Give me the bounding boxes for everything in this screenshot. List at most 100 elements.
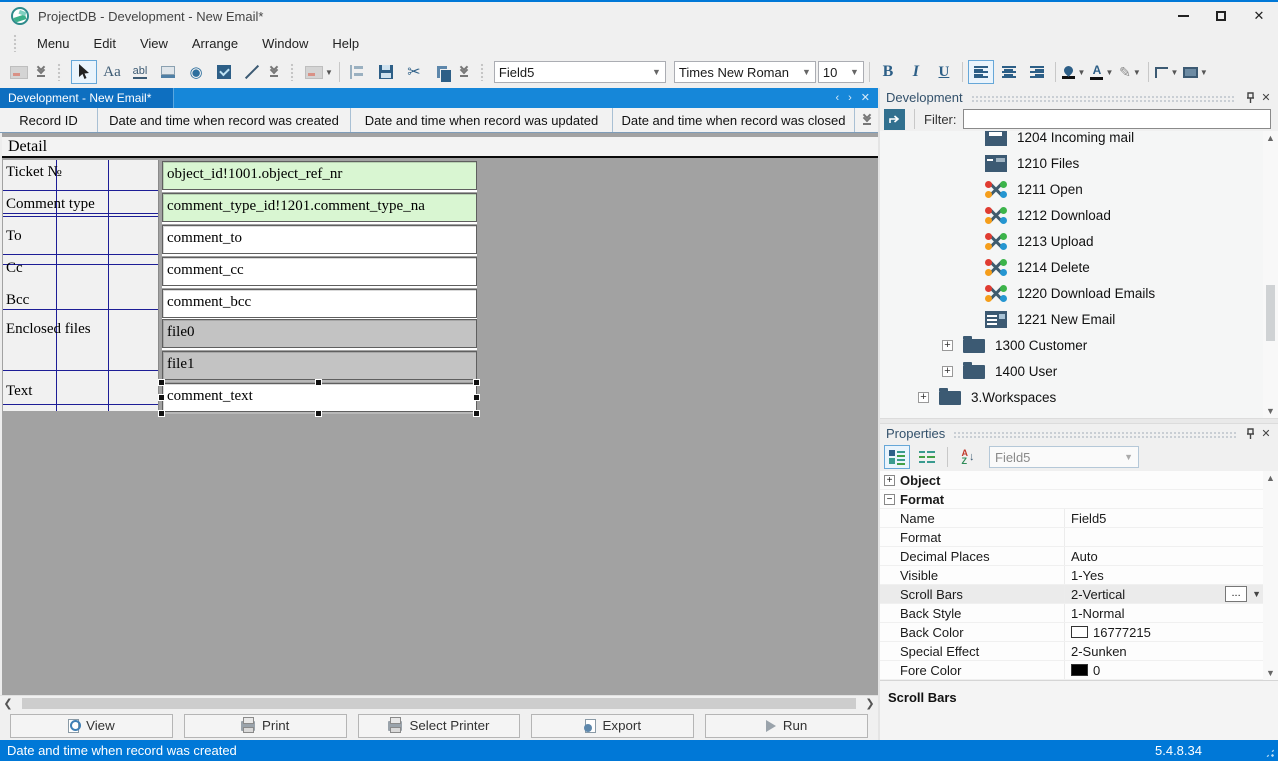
- goto-object-button[interactable]: [884, 109, 905, 130]
- export-button[interactable]: Export: [531, 714, 694, 738]
- copy-button[interactable]: [429, 60, 455, 84]
- font-family-combo[interactable]: Times New Roman ▼: [674, 61, 816, 83]
- scroll-left-icon[interactable]: ❮: [0, 697, 16, 711]
- selection-handle[interactable]: [473, 394, 480, 401]
- maximize-button[interactable]: [1202, 2, 1240, 30]
- selection-handle[interactable]: [158, 394, 165, 401]
- print-button[interactable]: Print: [184, 714, 347, 738]
- tree-item-1214-delete[interactable]: 1214 Delete: [880, 254, 1278, 280]
- property-row-format[interactable]: Format: [880, 528, 1278, 547]
- fill-color-button[interactable]: ▼: [1061, 60, 1087, 84]
- design-field-file0[interactable]: file0: [162, 319, 477, 348]
- select-printer-button[interactable]: Select Printer: [358, 714, 521, 738]
- tree-item-3-workspaces[interactable]: +3.Workspaces: [880, 384, 1278, 410]
- tree-item-1220-download-emails[interactable]: 1220 Download Emails: [880, 280, 1278, 306]
- selection-handle[interactable]: [158, 410, 165, 417]
- ellipsis-button[interactable]: ...: [1225, 586, 1247, 602]
- report-picture-button[interactable]: [6, 60, 32, 84]
- pin-button[interactable]: [1242, 92, 1258, 104]
- underline-button[interactable]: U: [931, 60, 957, 84]
- highlight-button[interactable]: ✎ ▼: [1117, 60, 1143, 84]
- selection-handle[interactable]: [473, 379, 480, 386]
- form-label-cc[interactable]: Cc: [6, 260, 23, 277]
- toolbar-overflow-icon[interactable]: [270, 67, 278, 77]
- header-overflow-icon[interactable]: [855, 108, 878, 132]
- selection-handle[interactable]: [315, 379, 322, 386]
- expand-icon[interactable]: +: [942, 366, 953, 377]
- property-row-scroll-bars[interactable]: Scroll Bars2-Vertical...▼: [880, 585, 1278, 604]
- design-field-comment-text[interactable]: comment_text: [162, 383, 477, 412]
- option-button-tool[interactable]: ◉: [183, 60, 209, 84]
- property-category-format[interactable]: −Format: [880, 490, 1278, 509]
- textbox-tool-button[interactable]: abl: [127, 60, 153, 84]
- font-size-combo[interactable]: 10 ▼: [818, 61, 864, 83]
- filter-input[interactable]: [963, 109, 1272, 129]
- align-left-button[interactable]: [968, 60, 994, 84]
- property-row-back-style[interactable]: Back Style1-Normal: [880, 604, 1278, 623]
- property-row-name[interactable]: NameField5: [880, 509, 1278, 528]
- pin-button[interactable]: [1242, 428, 1258, 440]
- tree-item-1213-upload[interactable]: 1213 Upload: [880, 228, 1278, 254]
- property-value[interactable]: 2-Vertical...▼: [1065, 586, 1263, 602]
- column-header-date-and-time-when-record-was-closed[interactable]: Date and time when record was closed: [613, 108, 855, 132]
- design-field-comment-cc[interactable]: comment_cc: [162, 257, 477, 286]
- property-row-fore-color[interactable]: Fore Color0: [880, 661, 1278, 680]
- checkbox-tool[interactable]: [211, 60, 237, 84]
- form-label-enclosed-files[interactable]: Enclosed files: [6, 321, 91, 338]
- tree-item-1210-files[interactable]: 1210 Files: [880, 150, 1278, 176]
- expand-icon[interactable]: +: [942, 340, 953, 351]
- form-label-text[interactable]: Text: [6, 383, 32, 400]
- scroll-up-icon[interactable]: ▲: [1266, 471, 1275, 485]
- scroll-right-icon[interactable]: ❯: [862, 697, 878, 711]
- tree-item-1400-user[interactable]: +1400 User: [880, 358, 1278, 384]
- design-field-object-id-1001-object-ref-nr[interactable]: object_id!1001.object_ref_nr: [162, 161, 477, 190]
- bold-button[interactable]: B: [875, 60, 901, 84]
- sort-az-button[interactable]: AZ↓: [955, 445, 981, 469]
- object-selector-combo[interactable]: Field5 ▼: [989, 446, 1139, 468]
- selection-handle[interactable]: [315, 410, 322, 417]
- form-label-comment-type[interactable]: Comment type: [6, 196, 95, 213]
- cut-button[interactable]: ✂: [401, 60, 427, 84]
- tree-scroll-thumb[interactable]: [1266, 285, 1275, 341]
- command-button-tool[interactable]: [155, 60, 181, 84]
- shape-fill-button[interactable]: ▼: [1182, 60, 1209, 84]
- run-button[interactable]: Run: [705, 714, 868, 738]
- minimize-button[interactable]: [1164, 2, 1202, 30]
- tab-development-new-email[interactable]: Development - New Email*: [0, 88, 174, 108]
- structure-view-button[interactable]: [345, 60, 371, 84]
- alphabetic-view-button[interactable]: [914, 445, 940, 469]
- tree-item-1221-new-email[interactable]: 1221 New Email: [880, 306, 1278, 332]
- label-tool-button[interactable]: Aa: [99, 60, 125, 84]
- toolbar-drag-handle[interactable]: [290, 63, 295, 81]
- menu-item-arrange[interactable]: Arrange: [180, 33, 250, 54]
- close-panel-button[interactable]: ✕: [1258, 91, 1274, 104]
- align-center-button[interactable]: [996, 60, 1022, 84]
- scroll-up-icon[interactable]: ▲: [1266, 131, 1275, 145]
- expand-icon[interactable]: +: [918, 392, 929, 403]
- scroll-down-icon[interactable]: ▼: [1266, 404, 1275, 418]
- property-value[interactable]: 1-Normal: [1065, 606, 1263, 621]
- toolbar-drag-handle[interactable]: [57, 63, 62, 81]
- design-field-comment-to[interactable]: comment_to: [162, 225, 477, 254]
- design-field-file1[interactable]: file1: [162, 351, 477, 380]
- design-field-comment-type-id-1201-comment-type-na[interactable]: comment_type_id!1201.comment_type_na: [162, 193, 477, 222]
- align-right-button[interactable]: [1024, 60, 1050, 84]
- font-color-button[interactable]: A ▼: [1089, 60, 1115, 84]
- horizontal-scroll-thumb[interactable]: [22, 698, 856, 709]
- save-button[interactable]: [373, 60, 399, 84]
- line-tool[interactable]: [239, 60, 265, 84]
- design-canvas[interactable]: Detail Ticket №Comment typeToCcBccEnclos…: [0, 133, 878, 695]
- scroll-down-icon[interactable]: ▼: [1266, 666, 1275, 680]
- column-header-date-and-time-when-record-was-updated[interactable]: Date and time when record was updated: [351, 108, 613, 132]
- collapse-icon[interactable]: −: [884, 494, 895, 505]
- property-row-visible[interactable]: Visible1-Yes: [880, 566, 1278, 585]
- close-panel-button[interactable]: ✕: [1258, 427, 1274, 440]
- column-header-date-and-time-when-record-was-created[interactable]: Date and time when record was created: [98, 108, 351, 132]
- expand-icon[interactable]: +: [884, 475, 895, 486]
- menu-item-menu[interactable]: Menu: [25, 33, 82, 54]
- image-insert-button[interactable]: ▼: [304, 60, 334, 84]
- property-row-back-color[interactable]: Back Color16777215: [880, 623, 1278, 642]
- property-value[interactable]: 2-Sunken: [1065, 644, 1263, 659]
- form-label-ticket[interactable]: Ticket №: [6, 164, 62, 181]
- tree-scrollbar[interactable]: ▲ ▼: [1263, 131, 1278, 418]
